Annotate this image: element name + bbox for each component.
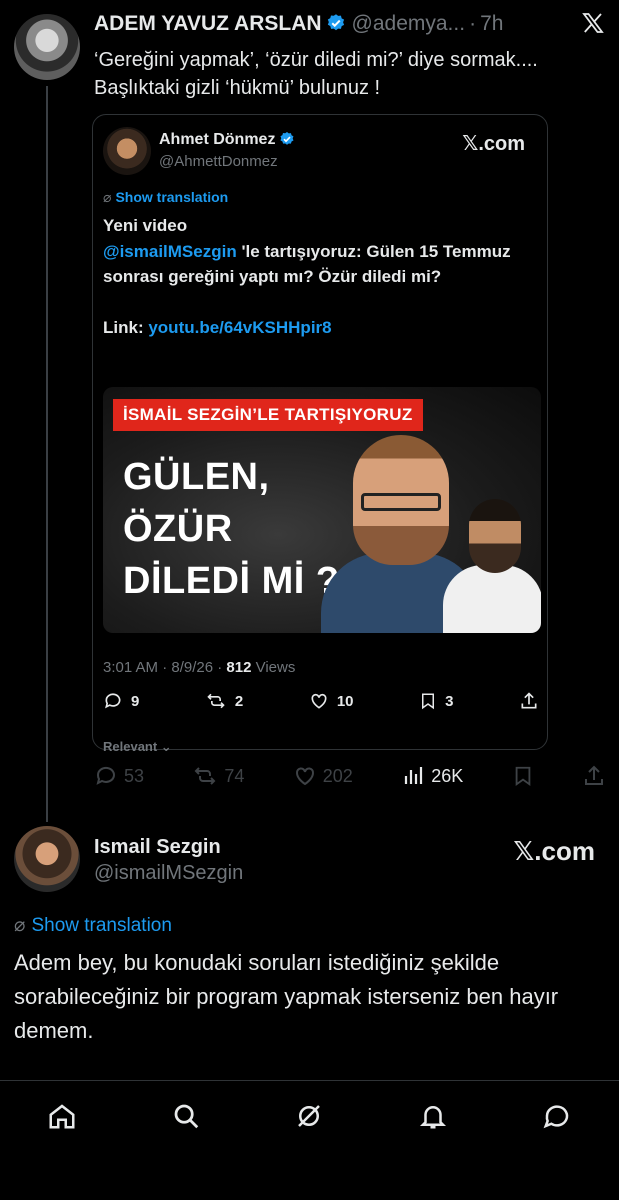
- nav-grok[interactable]: [287, 1094, 331, 1138]
- video-link[interactable]: youtu.be/64vKSHHpir8: [148, 318, 331, 337]
- reply-button[interactable]: 9: [103, 691, 139, 711]
- share-icon: [584, 765, 603, 785]
- link-label: Link:: [103, 318, 149, 337]
- bookmark-icon: [515, 766, 530, 787]
- repost-count: 74: [224, 765, 245, 786]
- bookmark-button[interactable]: [512, 764, 534, 788]
- bookmark-icon: [422, 693, 435, 710]
- heart-icon: [311, 693, 327, 709]
- nav-home[interactable]: [40, 1094, 84, 1138]
- home-icon: [49, 1103, 75, 1128]
- relevant-dropdown[interactable]: Relevant ⌄: [103, 739, 172, 755]
- show-translation-label: Show translation: [31, 915, 172, 936]
- like-count: 10: [336, 692, 354, 710]
- timestamp[interactable]: 7h: [480, 12, 503, 35]
- mention-link[interactable]: @ismailMSezgin: [103, 242, 237, 261]
- views-icon: [405, 767, 423, 784]
- bottom-navigation: [0, 1080, 619, 1150]
- show-translation-link[interactable]: ⌀ Show translation: [14, 914, 172, 937]
- quoted-author-handle[interactable]: @AhmettDonmez: [159, 153, 278, 170]
- reply-icon: [96, 766, 115, 785]
- heart-icon: [295, 767, 314, 786]
- views-button[interactable]: 26K: [401, 764, 463, 788]
- like-count: 202: [322, 765, 353, 786]
- reply-text: Adem bey, bu konudaki soruları istediğin…: [14, 950, 559, 1043]
- tweet-header: ADEM YAVUZ ARSLAN @ademya... · 7h: [94, 12, 604, 40]
- share-button[interactable]: [519, 691, 539, 711]
- thread-line: [46, 86, 48, 822]
- reply-author-handle[interactable]: @ismailMSezgin: [94, 862, 243, 885]
- repost-button[interactable]: 74: [192, 764, 244, 788]
- views-count: 812: [226, 659, 252, 676]
- reply-count: 53: [124, 765, 145, 786]
- tweet-actions: 53 74 202 26K: [94, 764, 606, 788]
- thumbnail-person-right: [443, 499, 541, 633]
- reply-author-avatar[interactable]: [14, 826, 80, 892]
- x-logo-icon[interactable]: [581, 10, 605, 42]
- notifications-icon: [420, 1105, 447, 1128]
- quoted-author-name[interactable]: Ahmet Dönmez: [159, 131, 275, 148]
- author-name[interactable]: ADEM YAVUZ ARSLAN: [94, 12, 322, 35]
- tweet-text: ‘Gereğini yapmak’, ‘özür diledi mi?’ diy…: [94, 49, 538, 99]
- reply-icon: [105, 693, 121, 709]
- verified-badge-icon: [327, 14, 344, 31]
- quoted-tweet-card[interactable]: Ahmet Dönmez @AhmettDonmez 𝕏.com ⌀ Show t…: [92, 114, 548, 754]
- repost-icon: [207, 693, 225, 709]
- author-handle[interactable]: @ademya...: [352, 12, 466, 35]
- video-thumbnail[interactable]: İSMAİL SEZGİN’LE TARTIŞIYORUZ GÜLEN, ÖZÜ…: [103, 387, 541, 633]
- verified-badge-icon: [280, 132, 294, 145]
- quoted-author-name-row: Ahmet Dönmez: [159, 131, 295, 149]
- quoted-text-line1: Yeni video: [103, 216, 188, 235]
- translate-icon: ⌀: [103, 189, 112, 205]
- show-translation-link[interactable]: ⌀ Show translation: [103, 189, 228, 206]
- thumbnail-headline: GÜLEN, ÖZÜR DİLEDİ Mİ ?: [123, 456, 340, 602]
- messages-icon: [543, 1104, 569, 1128]
- nav-messages[interactable]: [535, 1094, 579, 1138]
- views-count: 26K: [431, 765, 464, 786]
- grok-icon: [298, 1104, 321, 1127]
- quoted-tweet-meta: 3:01 AM · 8/9/26 · 812 Views: [103, 659, 295, 676]
- separator: ·: [469, 12, 477, 35]
- bookmark-button[interactable]: 3: [419, 691, 453, 711]
- share-icon: [521, 692, 537, 709]
- quoted-timestamp[interactable]: 3:01 AM · 8/9/26 ·: [103, 659, 226, 676]
- quoted-author-avatar[interactable]: [103, 127, 151, 175]
- views-label: Views: [251, 659, 296, 676]
- reply-author-name[interactable]: Ismail Sezgin: [94, 836, 221, 859]
- bookmark-count: 3: [445, 692, 454, 710]
- translate-icon: ⌀: [14, 915, 26, 936]
- reply-button[interactable]: 53: [94, 764, 144, 788]
- like-button[interactable]: 10: [309, 691, 354, 711]
- share-button[interactable]: [582, 764, 606, 788]
- show-translation-label: Show translation: [115, 189, 229, 205]
- nav-notifications[interactable]: [411, 1094, 455, 1138]
- reply-count: 9: [131, 692, 140, 710]
- author-avatar[interactable]: [14, 14, 80, 80]
- repost-count: 2: [234, 692, 244, 710]
- search-icon: [174, 1104, 198, 1128]
- nav-search[interactable]: [164, 1094, 208, 1138]
- source-label: 𝕏.com: [462, 133, 525, 155]
- like-button[interactable]: 202: [293, 764, 353, 788]
- source-label: 𝕏.com: [513, 836, 595, 866]
- repost-icon: [194, 767, 216, 785]
- quoted-tweet-text: Yeni video @ismailMSezgin 'le tartışıyor…: [103, 213, 523, 341]
- repost-button[interactable]: 2: [205, 691, 243, 711]
- quoted-tweet-actions: 9 2 10 3: [103, 691, 539, 711]
- thumbnail-banner: İSMAİL SEZGİN’LE TARTIŞIYORUZ: [113, 399, 423, 431]
